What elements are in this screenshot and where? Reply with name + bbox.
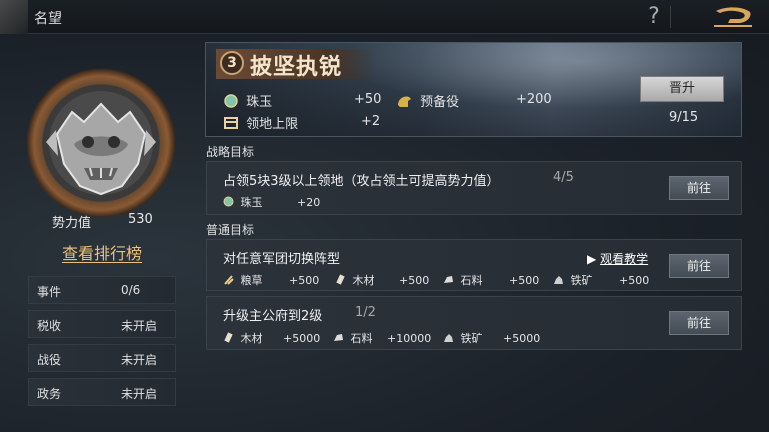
wood-icon [335,274,346,288]
power-label: 势力值 [52,216,92,231]
tutorial-label: 观看教学 [600,252,649,266]
stone-icon [333,332,344,346]
task-reward: 木材 [335,272,375,288]
reward-label: 木材 [240,332,263,345]
iron-ore-icon [443,332,454,346]
reward-value: +500 [619,274,650,287]
reward-label: 石料 [460,274,483,287]
reward-label: 珠玉 [246,95,273,110]
side-row-label: 事件 [37,285,62,299]
reward-value: +2 [361,114,381,129]
iron-ore-icon [553,274,564,288]
view-ranking-link[interactable]: 查看排行榜 [62,240,142,264]
reward-label: 石料 [350,332,373,345]
reward-value: +5000 [283,332,321,345]
reward-label: 木材 [352,274,375,287]
rank-title: 披坚执锐 [250,54,343,80]
page-title: 名望 [34,11,62,27]
task-reward: 珠玉 [223,194,263,210]
normal-task: 对任意军团切换阵型 ▶ 观看教学 粮草 +500 木材 +500 石料 +500… [206,239,742,291]
go-button[interactable]: 前往 [669,254,729,278]
reward-value: +10000 [387,332,432,345]
reward-value: +500 [399,274,430,287]
back-icon[interactable] [712,4,756,30]
normal-section-label: 普通目标 [206,223,255,237]
side-row-label: 税收 [37,319,62,333]
strategic-section-label: 战略目标 [206,145,255,159]
corner-ornament [0,0,28,34]
reward-value: +20 [297,196,321,209]
task-progress: 4/5 [553,170,574,185]
reward-reserve: 预备役 [396,91,459,113]
reward-territory: 领地上限 [224,113,298,134]
wood-icon [223,332,234,346]
task-reward: 铁矿 [443,330,483,346]
divider [670,6,671,28]
side-row-tax[interactable]: 税收 未开启 [28,310,176,338]
lion-emblem-icon [22,64,180,222]
reward-label: 领地上限 [246,117,299,132]
task-reward: 石料 [443,272,483,288]
watch-tutorial-link[interactable]: ▶ 观看教学 [587,250,648,267]
strategic-task: 占领5块3级以上领地（攻占领土可提高势力值） 4/5 珠玉 +20 前往 [206,161,742,215]
task-reward: 粮草 [223,272,263,288]
task-reward: 铁矿 [553,272,593,288]
stone-icon [443,274,454,288]
side-stats-list: 事件 0/6 税收 未开启 战役 未开启 政务 未开启 [28,276,176,412]
play-icon: ▶ [587,252,597,266]
task-name: 占领5块3级以上领地（攻占领土可提高势力值） [223,174,500,189]
reward-label: 珠玉 [240,196,263,209]
task-progress: 1/2 [355,305,376,320]
reward-value: +50 [354,92,382,107]
reward-value: +500 [509,274,540,287]
promotion-progress: 9/15 [669,110,699,125]
power-value: 530 [128,212,153,227]
reward-value: +500 [289,274,320,287]
side-row-affairs[interactable]: 政务 未开启 [28,378,176,406]
go-button[interactable]: 前往 [669,176,729,200]
side-row-events[interactable]: 事件 0/6 [28,276,176,304]
jade-orb-icon [224,93,238,112]
reward-value: +5000 [503,332,541,345]
reward-jade: 珠玉 [224,91,272,112]
reward-label: 铁矿 [570,274,593,287]
task-name: 对任意军团切换阵型 [223,252,341,267]
rank-number-badge: 3 [220,51,244,75]
reward-label: 铁矿 [460,332,483,345]
side-row-battle[interactable]: 战役 未开启 [28,344,176,372]
task-reward: 木材 [223,330,263,346]
reward-label: 预备役 [420,95,460,110]
side-row-label: 战役 [37,353,62,367]
territory-icon [224,116,238,134]
side-row-value: 未开启 [121,353,158,367]
side-row-value: 未开启 [121,387,158,401]
normal-task: 升级主公府到2级 1/2 木材 +5000 石料 +10000 铁矿 +5000… [206,296,742,350]
help-icon[interactable]: ? [644,4,664,30]
side-row-label: 政务 [37,387,62,401]
grain-icon [223,274,234,288]
promote-button[interactable]: 晋升 [640,76,724,102]
reward-label: 粮草 [240,274,263,287]
side-row-value: 0/6 [121,283,141,297]
go-button[interactable]: 前往 [669,311,729,335]
task-reward: 石料 [333,330,373,346]
reward-value: +200 [516,92,552,107]
jade-orb-icon [223,196,234,210]
power-display: 势力值 530 [52,212,153,231]
task-name: 升级主公府到2级 [223,309,323,324]
side-row-value: 未开启 [121,319,158,333]
reserve-helmet-icon [396,93,412,113]
top-bar: 名望 ? [0,0,769,34]
